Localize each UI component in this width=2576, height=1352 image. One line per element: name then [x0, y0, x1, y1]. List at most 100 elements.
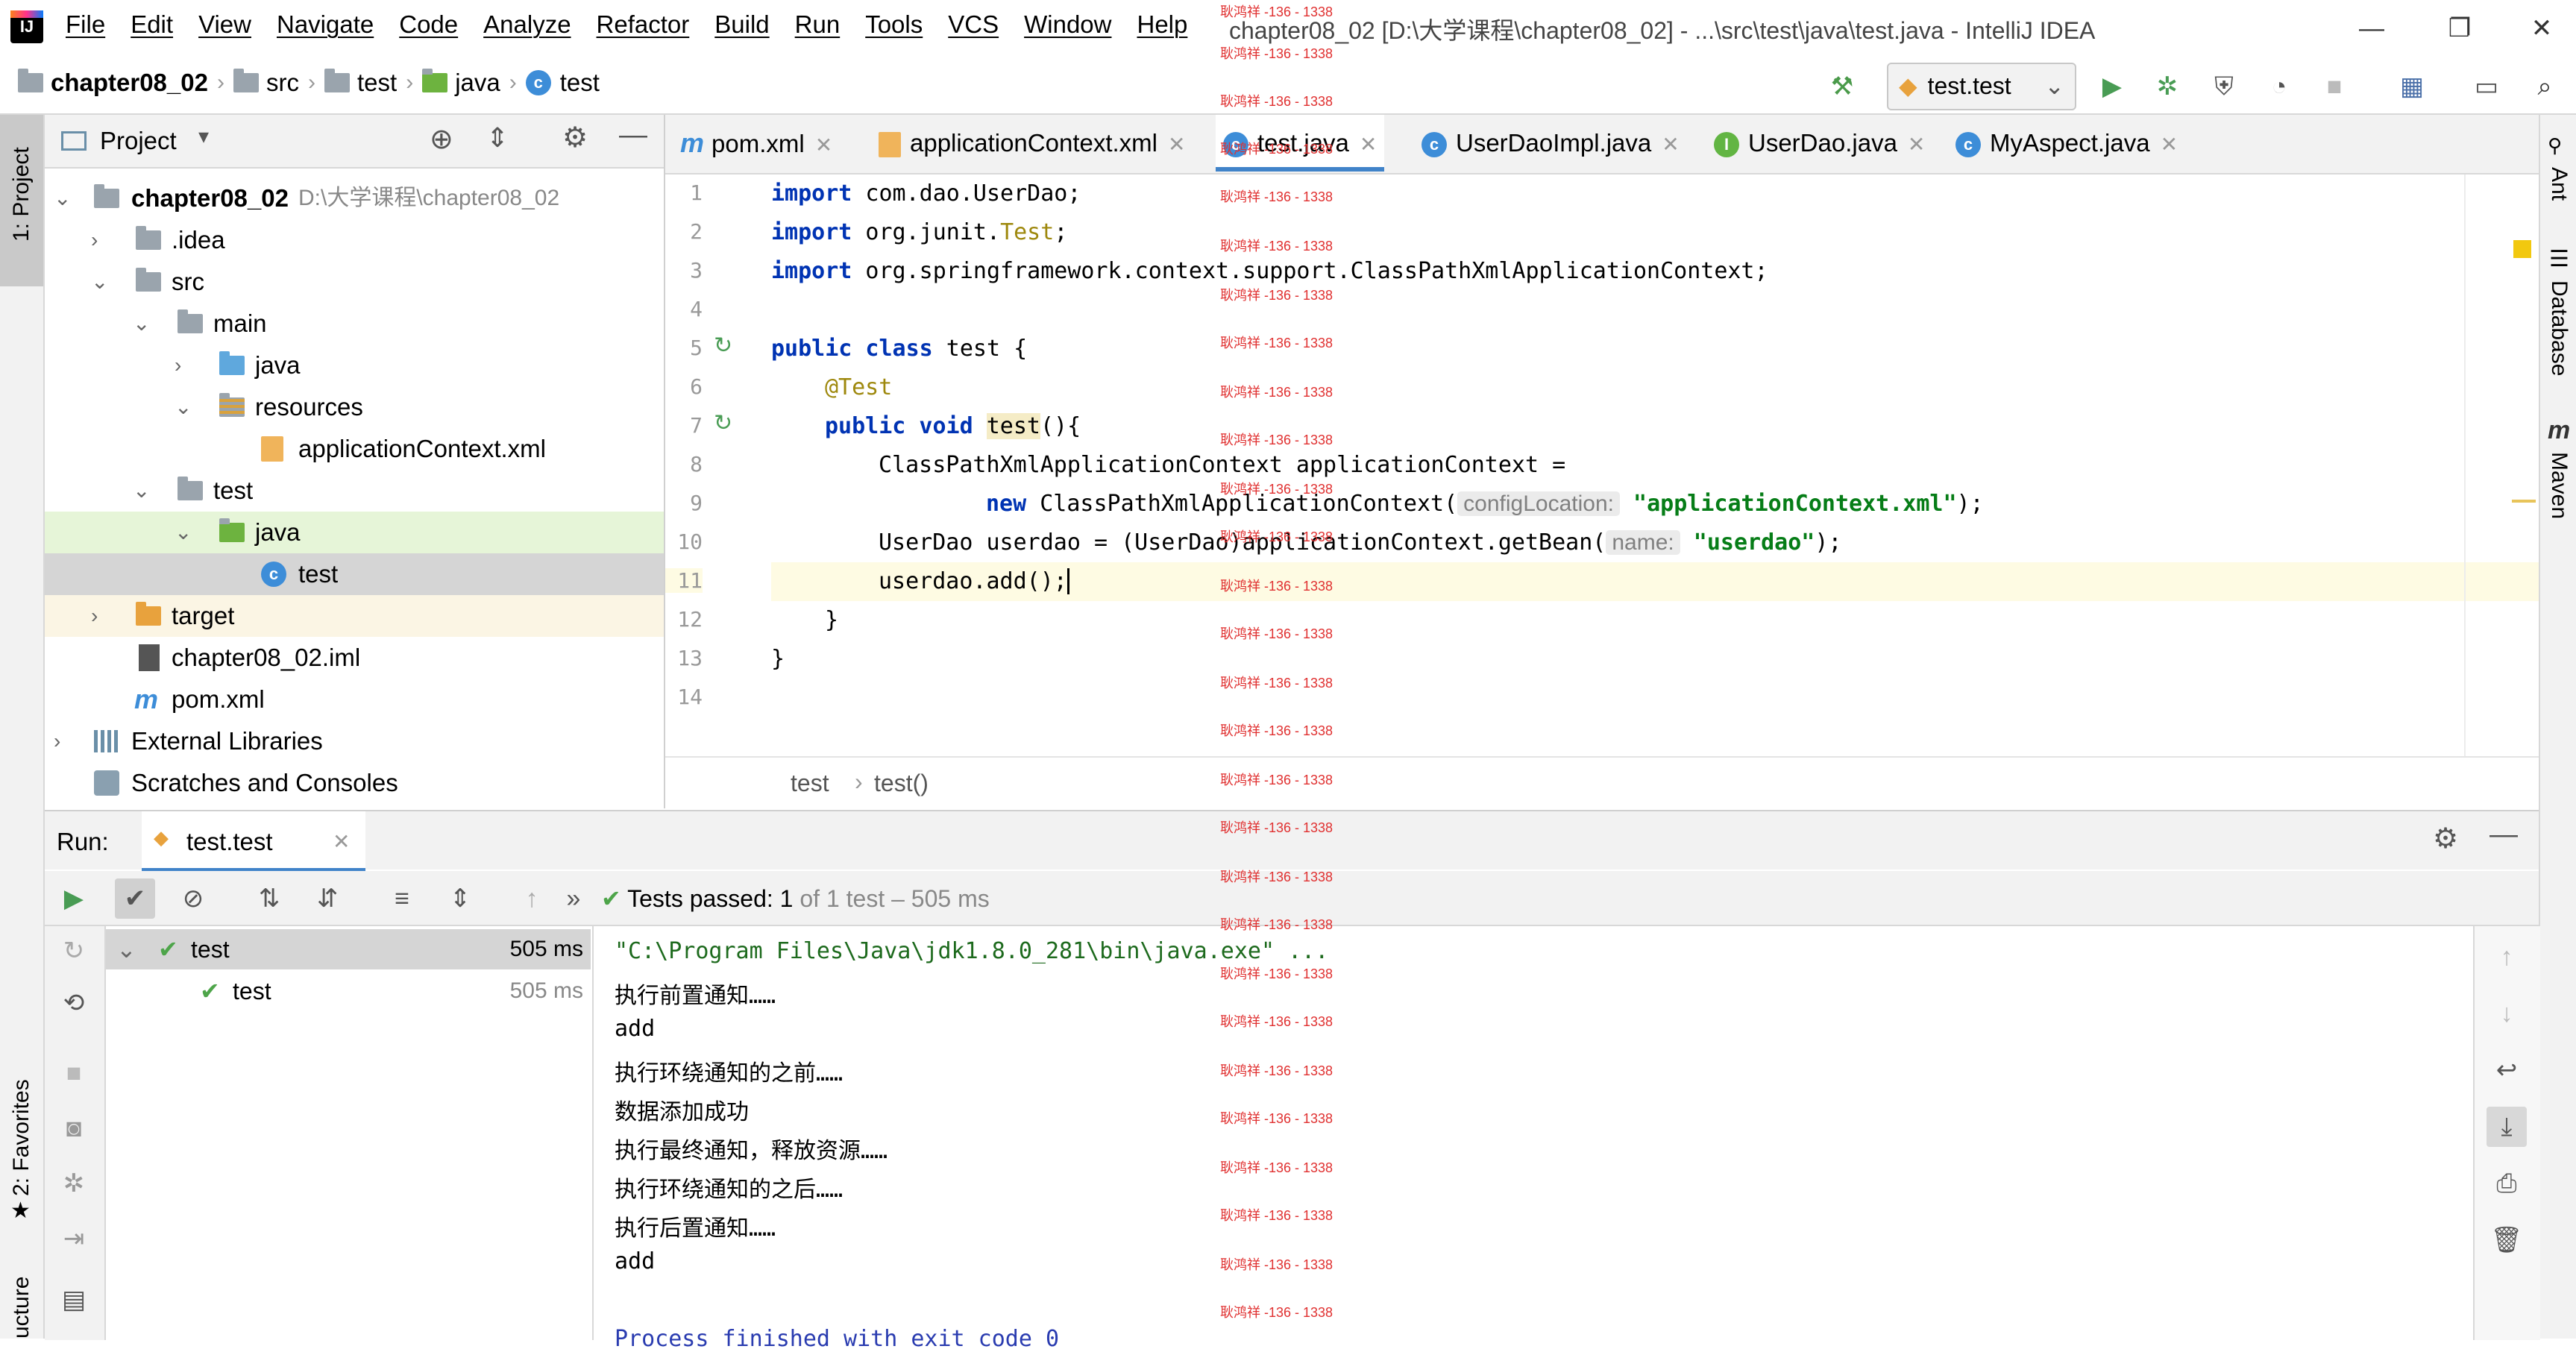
run-icon[interactable]: ▶: [2093, 67, 2132, 106]
hide-panel-icon[interactable]: —: [619, 119, 647, 151]
structure-tool-tab[interactable]: ucture: [9, 1277, 34, 1339]
close-window-button[interactable]: ✕: [2519, 6, 2564, 51]
close-icon[interactable]: ✕: [333, 829, 350, 854]
rerun-icon[interactable]: ▶: [54, 878, 94, 919]
coverage-icon[interactable]: ⛨: [2205, 67, 2243, 106]
run-config-selector[interactable]: ◆ test.test ⌄: [1887, 63, 2076, 110]
tab-userdao-java[interactable]: I UserDao.java ✕: [1714, 115, 1925, 172]
rerun-failed-icon[interactable]: ↻: [54, 931, 94, 971]
database-tool-tab[interactable]: Database: [2546, 280, 2572, 376]
crumb-project[interactable]: chapter08_02: [51, 69, 208, 97]
close-icon[interactable]: ✕: [1360, 133, 1377, 156]
search-icon[interactable]: ⌕: [2525, 67, 2564, 106]
arrow-up-icon[interactable]: ↑: [2487, 937, 2527, 977]
locate-icon[interactable]: ⊕: [430, 122, 453, 156]
tree-item-main[interactable]: ⌄ main: [45, 303, 664, 345]
debug-icon[interactable]: ✲: [2148, 67, 2187, 106]
chevron-down-icon[interactable]: ▾: [198, 124, 209, 148]
collapse-all-icon[interactable]: ⇕: [486, 122, 509, 154]
profile-icon[interactable]: ◔: [2260, 67, 2299, 106]
stop-icon[interactable]: ■: [54, 1053, 94, 1093]
scroll-to-end-icon[interactable]: ⤓: [2487, 1107, 2527, 1147]
crumb-class[interactable]: test: [560, 69, 600, 97]
tree-item-target[interactable]: › target: [45, 595, 664, 637]
minimize-button[interactable]: —: [2349, 6, 2394, 51]
crumb-method[interactable]: test(): [874, 770, 929, 797]
menu-tools[interactable]: Tools: [865, 10, 923, 39]
menu-run[interactable]: Run: [795, 10, 841, 39]
crumb-java[interactable]: java: [455, 69, 500, 97]
tree-item-idea[interactable]: › .idea: [45, 219, 664, 261]
tree-item-pom[interactable]: m pom.xml: [45, 679, 664, 720]
run-test-gutter-icon[interactable]: ↻: [714, 410, 741, 437]
menu-code[interactable]: Code: [399, 10, 458, 39]
collapse-all-icon[interactable]: ⇕: [440, 878, 480, 919]
menu-help[interactable]: Help: [1137, 10, 1187, 39]
menu-file[interactable]: File: [66, 10, 105, 39]
gear-icon[interactable]: ⚙: [562, 121, 588, 154]
run-test-gutter-icon[interactable]: ↻: [714, 333, 741, 359]
export-icon[interactable]: ⇥: [54, 1219, 94, 1259]
more-icon[interactable]: »: [553, 878, 594, 919]
layout-icon[interactable]: ▤: [54, 1280, 94, 1320]
sort-duration-icon[interactable]: ⇵: [307, 878, 348, 919]
close-icon[interactable]: ✕: [2161, 133, 2178, 156]
ant-tool-tab[interactable]: Ant: [2546, 167, 2572, 201]
soft-wrap-icon[interactable]: ↩: [2487, 1050, 2527, 1090]
restore-button[interactable]: ❐: [2437, 6, 2482, 51]
console-output[interactable]: "C:\Program Files\Java\jdk1.8.0_281\bin\…: [594, 926, 2473, 1352]
tree-item-test[interactable]: ⌄ test: [45, 470, 664, 512]
hide-panel-icon[interactable]: —: [2489, 819, 2518, 851]
maven-tool-tab[interactable]: Maven: [2546, 452, 2572, 519]
tree-item-src[interactable]: ⌄ src: [45, 261, 664, 303]
tree-item-scratches[interactable]: Scratches and Consoles: [45, 762, 664, 804]
settings-bug-icon[interactable]: ✲: [54, 1163, 94, 1204]
expand-all-icon[interactable]: ≡: [382, 878, 422, 919]
print-icon[interactable]: ⎙: [2487, 1163, 2527, 1204]
favorites-tool-tab[interactable]: 2: Favorites: [9, 1079, 34, 1196]
tree-item-main-java[interactable]: › java: [45, 345, 664, 386]
menu-window[interactable]: Window: [1024, 10, 1111, 39]
tab-myaspect-java[interactable]: c MyAspect.java ✕: [1955, 115, 2178, 172]
project-tool-tab[interactable]: 1: Project: [0, 115, 43, 286]
stop-icon[interactable]: ■: [2315, 67, 2354, 106]
terminal-icon[interactable]: ▭: [2467, 67, 2506, 106]
menu-vcs[interactable]: VCS: [948, 10, 999, 39]
tab-pom-xml[interactable]: m pom.xml ✕: [680, 115, 832, 172]
toggle-auto-test-icon[interactable]: ⟲: [54, 983, 94, 1023]
close-icon[interactable]: ✕: [815, 133, 832, 157]
project-view-title[interactable]: Project: [100, 127, 177, 155]
show-ignored-icon[interactable]: ⊘: [173, 878, 213, 919]
tree-item-test-class[interactable]: c test: [45, 553, 664, 595]
gear-icon[interactable]: ⚙: [2433, 822, 2458, 855]
menu-refactor[interactable]: Refactor: [597, 10, 690, 39]
tree-item-resources[interactable]: ⌄ resources: [45, 386, 664, 428]
menu-edit[interactable]: Edit: [131, 10, 173, 39]
menu-build[interactable]: Build: [714, 10, 769, 39]
previous-test-icon[interactable]: ↑: [512, 878, 552, 919]
tab-userdaoimpl-java[interactable]: c UserDaoImpl.java ✕: [1421, 115, 1680, 172]
project-structure-icon[interactable]: ▦: [2393, 67, 2431, 106]
trash-icon[interactable]: 🗑: [2487, 1220, 2527, 1260]
tree-item-iml[interactable]: chapter08_02.iml: [45, 637, 664, 679]
test-suite-row[interactable]: ⌄ ✔ test 505 ms: [106, 929, 591, 969]
tree-item-project-root[interactable]: ⌄ chapter08_02 D:\大学课程\chapter08_02: [45, 177, 664, 219]
sort-alpha-icon[interactable]: ⇅: [249, 878, 289, 919]
tree-item-external-libraries[interactable]: › External Libraries: [45, 720, 664, 762]
tree-item-test-java[interactable]: ⌄ java: [45, 512, 664, 553]
arrow-down-icon[interactable]: ↓: [2487, 993, 2527, 1034]
crumb-src[interactable]: src: [266, 69, 299, 97]
show-passed-icon[interactable]: ✔: [115, 878, 155, 919]
menu-analyze[interactable]: Analyze: [483, 10, 571, 39]
snapshot-icon[interactable]: ◙: [54, 1108, 94, 1148]
menu-view[interactable]: View: [198, 10, 251, 39]
close-icon[interactable]: ✕: [1662, 133, 1679, 156]
crumb-test[interactable]: test: [357, 69, 397, 97]
crumb-class[interactable]: test: [791, 770, 829, 797]
test-method-row[interactable]: ✔ test 505 ms: [106, 971, 591, 1011]
close-icon[interactable]: ✕: [1168, 133, 1185, 156]
code-editor[interactable]: import com.dao.UserDao; import org.junit…: [771, 174, 2576, 756]
close-icon[interactable]: ✕: [1908, 133, 1925, 156]
tree-item-applicationcontext-xml[interactable]: applicationContext.xml: [45, 428, 664, 470]
tab-applicationcontext-xml[interactable]: applicationContext.xml ✕: [879, 115, 1185, 172]
